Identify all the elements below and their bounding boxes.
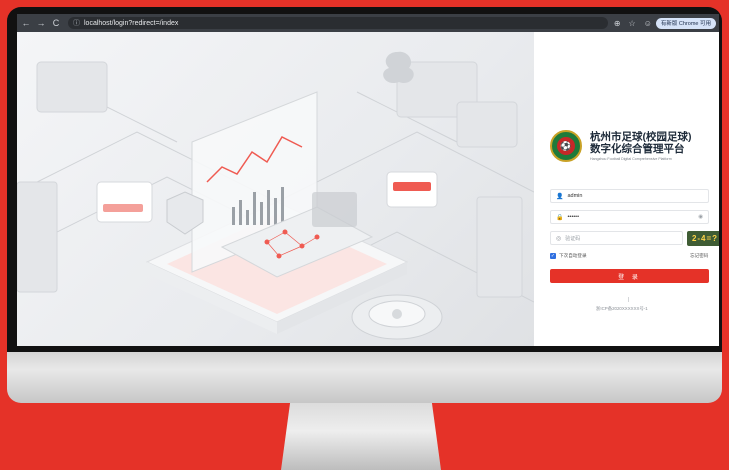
isometric-dashboard-illustration [17,51,534,340]
brand-header: ⚽ 杭州市足球(校园足球) 数字化综合管理平台 Hangzhou Footbal… [550,130,692,162]
captcha-field[interactable]: ◎ 验证码 [550,231,683,245]
forward-icon[interactable]: → [35,18,47,28]
login-panel: ⚽ 杭州市足球(校园足球) 数字化综合管理平台 Hangzhou Footbal… [534,32,719,346]
toolbar-actions: ⊕ ☆ ☺ 有新版 Chrome 可用 [610,17,719,29]
password-value[interactable]: •••••• [567,214,579,220]
lock-icon: 🔒 [556,214,564,221]
bookmark-star-icon[interactable]: ☆ [629,19,636,28]
shield-icon: ◎ [556,235,562,242]
url-text[interactable]: localhost/login?redirect=/index [84,20,178,27]
monitor-stand [281,399,441,470]
footer-divider: | [628,297,630,303]
user-icon: 👤 [556,193,564,200]
football-emblem-icon: ⚽ [557,137,575,155]
account-icon[interactable]: ☺ [644,19,652,28]
remember-checkbox[interactable]: ✓ [550,253,556,259]
remember-label[interactable]: 下次自动登录 [559,253,587,259]
brand-title-line1: 杭州市足球(校园足球) [590,131,692,143]
password-field[interactable]: 🔒 •••••• ◉ [550,210,709,224]
login-button[interactable]: 登 录 [550,269,709,283]
remember-me[interactable]: ✓ 下次自动登录 [550,253,587,259]
username-field[interactable]: 👤 admin [550,189,709,203]
browser-toolbar: ← → C ⓘ localhost/login?redirect=/index … [17,14,719,32]
chrome-update-button[interactable]: 有新版 Chrome 可用 [655,17,716,29]
address-bar[interactable]: ⓘ localhost/login?redirect=/index [68,17,608,29]
brand-text: 杭州市足球(校园足球) 数字化综合管理平台 Hangzhou Football … [590,131,692,161]
captcha-placeholder[interactable]: 验证码 [565,235,580,242]
screen: ← → C ⓘ localhost/login?redirect=/index … [17,14,719,346]
brand-logo-icon: ⚽ [550,130,582,162]
monitor-chin [7,347,722,403]
site-info-icon[interactable]: ⓘ [73,18,80,28]
captcha-image[interactable]: 2-4=? [687,231,719,246]
reload-icon[interactable]: C [50,18,62,28]
back-icon[interactable]: ← [20,18,32,28]
brand-subtitle: Hangzhou Football Digital Comprehensive … [590,157,672,161]
zoom-icon[interactable]: ⊕ [614,19,621,28]
icp-footer-link[interactable]: 浙ICP备2020XXXXXX号-1 [596,306,648,312]
username-value[interactable]: admin [567,193,582,199]
forgot-password-link[interactable]: 忘记密码 [690,253,708,259]
hero-illustration [17,32,534,346]
show-password-icon[interactable]: ◉ [698,214,703,220]
brand-title-line2: 数字化综合管理平台 [590,143,685,155]
